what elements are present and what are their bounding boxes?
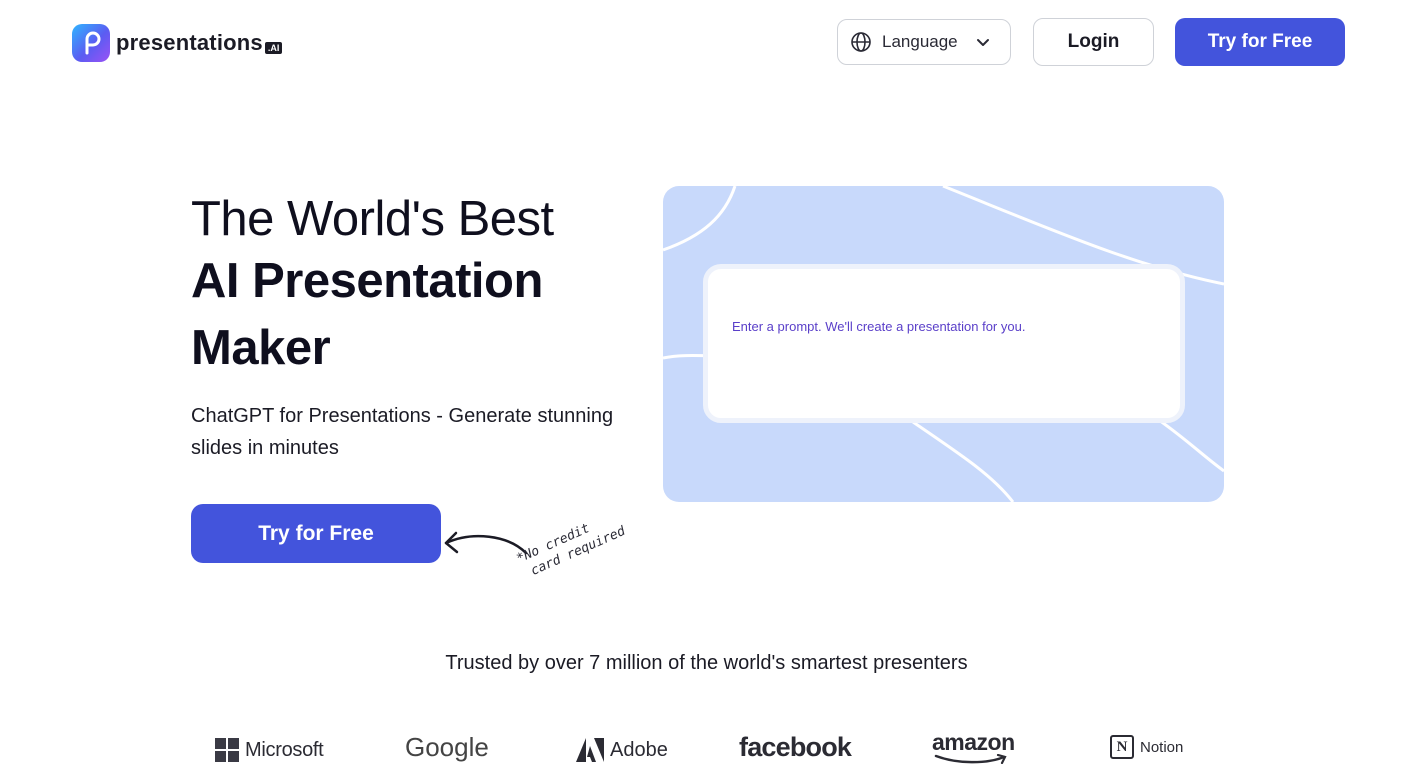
trusted-by-text: Trusted by over 7 million of the world's… xyxy=(445,652,968,674)
brand-name: amazon xyxy=(932,729,1015,755)
hero-title-line3: Maker xyxy=(191,321,331,375)
google-logo: Google xyxy=(405,732,489,763)
amazon-logo: amazon xyxy=(932,730,1015,764)
brand-name: Adobe xyxy=(610,738,668,761)
notion-logo: N Notion xyxy=(1110,735,1183,759)
hero-title-line1: The World's Best xyxy=(191,192,554,246)
hero-subtitle: ChatGPT for Presentations - Generate stu… xyxy=(191,405,614,459)
facebook-logo: facebook xyxy=(739,732,852,763)
no-credit-card-note: *No credit card required xyxy=(514,507,628,583)
logo-ai-badge: .AI xyxy=(264,42,283,54)
brand-name: Notion xyxy=(1140,738,1184,756)
microsoft-logo: Microsoft xyxy=(215,738,324,762)
logo[interactable]: presentations .AI xyxy=(72,24,283,62)
site-header: presentations .AI Language Login Try for… xyxy=(0,0,1413,86)
brand-name: Microsoft xyxy=(245,738,324,761)
try-for-free-header-button[interactable]: Try for Free xyxy=(1175,18,1345,66)
microsoft-icon xyxy=(215,738,239,762)
prompt-input[interactable]: Enter a prompt. We'll create a presentat… xyxy=(703,264,1185,423)
language-selector[interactable]: Language xyxy=(837,19,1011,65)
hero-title: The World's Best AI Presentation Maker xyxy=(191,190,554,382)
amazon-smile-icon xyxy=(934,754,1007,764)
chevron-down-icon xyxy=(976,35,990,49)
brand-name: facebook xyxy=(739,732,852,762)
brand-name: Google xyxy=(405,732,489,762)
logo-text: presentations xyxy=(116,30,263,55)
language-label: Language xyxy=(882,32,958,51)
logo-mark-icon xyxy=(72,24,110,62)
try-for-free-hero-button[interactable]: Try for Free xyxy=(191,504,441,563)
hero-title-line2: AI Presentation xyxy=(191,254,543,308)
adobe-icon xyxy=(576,738,604,762)
prompt-placeholder: Enter a prompt. We'll create a presentat… xyxy=(732,319,1026,334)
login-button[interactable]: Login xyxy=(1033,18,1154,66)
prompt-card: Enter a prompt. We'll create a presentat… xyxy=(663,186,1224,502)
notion-icon: N xyxy=(1110,735,1134,759)
brand-logos: Microsoft Google Adobe facebook amazon N… xyxy=(0,728,1413,772)
globe-icon xyxy=(850,31,872,53)
adobe-logo: Adobe xyxy=(576,738,668,762)
